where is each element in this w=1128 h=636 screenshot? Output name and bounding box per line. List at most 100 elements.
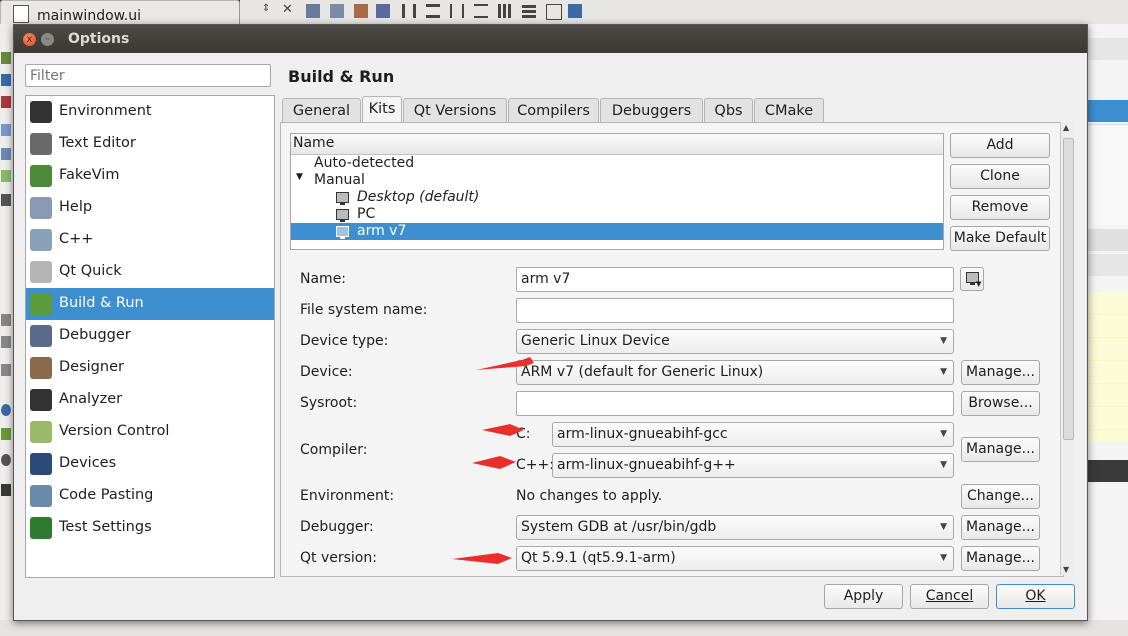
annotation-arrow bbox=[472, 456, 516, 469]
scroll-up-icon[interactable]: ▲ bbox=[1063, 123, 1069, 132]
tab-qbs[interactable]: Qbs bbox=[704, 98, 753, 122]
tab-compilers[interactable]: Compilers bbox=[508, 98, 599, 122]
monitor-icon bbox=[336, 226, 349, 239]
debugger-manage-button[interactable]: Manage... bbox=[961, 515, 1040, 540]
break-layout-icon[interactable] bbox=[546, 4, 562, 20]
clone-kit-button[interactable]: Clone bbox=[950, 164, 1050, 189]
ok-button[interactable]: OK bbox=[996, 584, 1075, 609]
split-vertical-icon[interactable] bbox=[474, 4, 488, 18]
nav-item[interactable]: Environment bbox=[26, 96, 274, 128]
close-window-button[interactable]: x bbox=[23, 33, 36, 46]
widget-icon bbox=[1, 454, 11, 466]
file-tab[interactable]: mainwindow.ui bbox=[0, 0, 240, 24]
qt-version-select[interactable]: Qt 5.9.1 (qt5.9.1-arm) ▼ bbox=[516, 546, 954, 571]
adjust-size-icon[interactable] bbox=[568, 4, 582, 18]
tree-item-manual[interactable]: ▼ Manual bbox=[291, 172, 943, 189]
environment-change-button[interactable]: Change... bbox=[961, 484, 1040, 509]
device-type-select[interactable]: Generic Linux Device ▼ bbox=[516, 329, 954, 354]
monitor-icon bbox=[336, 192, 349, 205]
background-statusbar bbox=[0, 620, 1128, 636]
edit-widgets-icon[interactable] bbox=[306, 4, 320, 18]
analyzer-icon bbox=[30, 389, 52, 411]
tab-cmake[interactable]: CMake bbox=[754, 98, 824, 122]
qt-version-label: Qt version: bbox=[300, 550, 377, 566]
widget-icon bbox=[1, 74, 11, 86]
nav-item[interactable]: Debugger bbox=[26, 320, 274, 352]
device-type-label: Device type: bbox=[300, 333, 389, 349]
debugger-label: Debugger: bbox=[300, 519, 374, 535]
nav-item-label: Environment bbox=[59, 103, 152, 119]
annotation-arrow bbox=[452, 553, 512, 564]
device-manage-button[interactable]: Manage... bbox=[961, 360, 1040, 385]
remove-kit-button[interactable]: Remove bbox=[950, 195, 1050, 220]
tab-qt-versions[interactable]: Qt Versions bbox=[403, 98, 507, 122]
device-select[interactable]: ARM v7 (default for Generic Linux) ▼ bbox=[516, 360, 954, 385]
expand-arrow-icon[interactable]: ▼ bbox=[296, 172, 303, 182]
kit-item[interactable]: Desktop (default) bbox=[291, 189, 943, 206]
spin-icon[interactable]: ⇕ bbox=[262, 3, 276, 17]
nav-item[interactable]: C++ bbox=[26, 224, 274, 256]
nav-item[interactable]: Qt Quick bbox=[26, 256, 274, 288]
layout-grid-icon[interactable] bbox=[522, 4, 536, 18]
property-panel-strip bbox=[1086, 24, 1128, 636]
nav-item[interactable]: Version Control bbox=[26, 416, 274, 448]
tree-item-auto-detected[interactable]: Auto-detected bbox=[291, 155, 943, 172]
compiler-cpp-select[interactable]: arm-linux-gnueabihf-g++ ▼ bbox=[552, 453, 954, 478]
nav-item[interactable]: Analyzer bbox=[26, 384, 274, 416]
edit-buddies-icon[interactable] bbox=[354, 4, 368, 18]
test-settings-icon bbox=[30, 517, 52, 539]
qt-version-manage-button[interactable]: Manage... bbox=[961, 546, 1040, 571]
layout-vertical-icon[interactable] bbox=[426, 4, 440, 18]
kit-item-selected[interactable]: arm v7 bbox=[291, 223, 943, 240]
nav-item-label: Help bbox=[59, 199, 93, 215]
name-field[interactable]: arm v7 bbox=[516, 267, 954, 292]
compiler-c-select[interactable]: arm-linux-gnueabihf-gcc ▼ bbox=[552, 422, 954, 447]
kit-item[interactable]: PC bbox=[291, 206, 943, 223]
nav-item[interactable]: Build & Run bbox=[26, 288, 274, 320]
minimize-window-button[interactable]: – bbox=[41, 33, 54, 46]
close-icon[interactable]: ✕ bbox=[282, 2, 296, 17]
tab-general[interactable]: General bbox=[282, 98, 361, 122]
kits-tree: Name Auto-detected ▼ Manual Desktop (def… bbox=[290, 133, 944, 250]
kits-scrollbar[interactable]: ▲ ▼ bbox=[1060, 122, 1074, 575]
widget-icon bbox=[1, 124, 11, 136]
nav-item[interactable]: Designer bbox=[26, 352, 274, 384]
nav-item-label: Version Control bbox=[59, 423, 170, 439]
nav-item-label: Debugger bbox=[59, 327, 131, 343]
nav-item[interactable]: Test Settings bbox=[26, 512, 274, 544]
file-icon bbox=[13, 5, 29, 23]
scroll-thumb[interactable] bbox=[1063, 138, 1074, 440]
apply-button[interactable]: Apply bbox=[824, 584, 903, 609]
nav-item-label: Analyzer bbox=[59, 391, 123, 407]
nav-item-label: Test Settings bbox=[59, 519, 152, 535]
widget-icon bbox=[1, 194, 11, 206]
tab-debuggers[interactable]: Debuggers bbox=[600, 98, 703, 122]
environment-value: No changes to apply. bbox=[516, 488, 663, 504]
edit-signals-icon[interactable] bbox=[330, 4, 344, 18]
kit-icon-button[interactable]: ▼ bbox=[960, 267, 984, 291]
scroll-down-icon[interactable]: ▼ bbox=[1063, 565, 1069, 574]
nav-item[interactable]: Devices bbox=[26, 448, 274, 480]
filter-input[interactable] bbox=[25, 64, 271, 87]
compiler-manage-button[interactable]: Manage... bbox=[961, 437, 1040, 462]
nav-item[interactable]: Help bbox=[26, 192, 274, 224]
layout-horizontal-icon[interactable] bbox=[402, 4, 416, 18]
build-run-icon bbox=[30, 293, 52, 315]
add-kit-button[interactable]: Add bbox=[950, 133, 1050, 158]
tab-kits[interactable]: Kits bbox=[362, 96, 402, 123]
sysroot-browse-button[interactable]: Browse... bbox=[961, 391, 1040, 416]
split-horizontal-icon[interactable] bbox=[450, 4, 464, 18]
debugger-select[interactable]: System GDB at /usr/bin/gdb ▼ bbox=[516, 515, 954, 540]
nav-item[interactable]: Text Editor bbox=[26, 128, 274, 160]
file-system-name-field[interactable] bbox=[516, 298, 954, 323]
cancel-button[interactable]: Cancel bbox=[910, 584, 989, 609]
edit-tab-order-icon[interactable] bbox=[376, 4, 390, 18]
nav-item[interactable]: Code Pasting bbox=[26, 480, 274, 512]
sysroot-field[interactable] bbox=[516, 391, 954, 416]
tree-header[interactable]: Name bbox=[291, 134, 943, 155]
device-label: Device: bbox=[300, 364, 353, 380]
layout-form-icon[interactable] bbox=[498, 4, 512, 18]
widget-icon bbox=[1, 484, 11, 496]
make-default-button[interactable]: Make Default bbox=[950, 226, 1050, 251]
nav-item[interactable]: FakeVim bbox=[26, 160, 274, 192]
